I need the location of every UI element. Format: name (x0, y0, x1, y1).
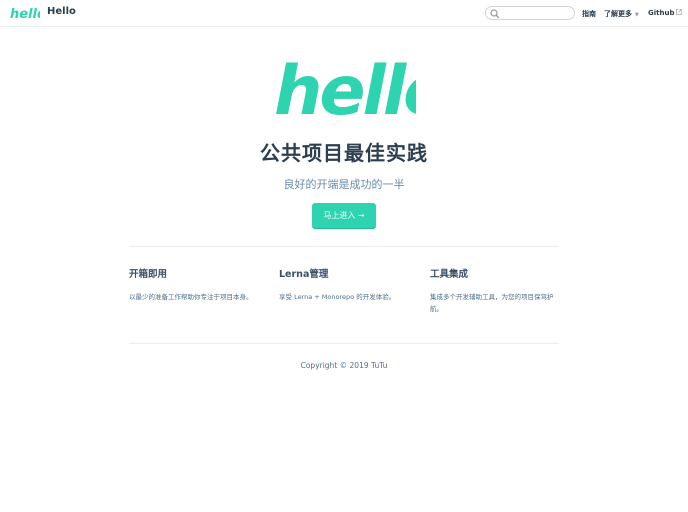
search-box[interactable] (485, 6, 575, 20)
navbar: hello Hello 指南 了解更多▼ Github (0, 0, 688, 27)
svg-text:hello: hello (274, 52, 416, 126)
nav-link-learn-more-label: 了解更多 (604, 10, 632, 18)
feature-item: 开箱即用 以最少的准备工作帮助你专注于项目本身。 (129, 266, 261, 303)
feature-description: 以最少的准备工作帮助你专注于项目本身。 (129, 293, 253, 301)
feature-description: 享受 Lerna + Monorepo 的开发体验。 (279, 293, 396, 301)
chevron-down-icon: ▼ (635, 12, 639, 18)
footer-divider (129, 343, 559, 344)
nav-link-github-label: Github (648, 9, 675, 17)
hero-title: 公共项目最佳实践 (260, 141, 428, 165)
feature-title: 开箱即用 (129, 269, 168, 280)
nav-link-github[interactable]: Github (648, 9, 683, 17)
footer-copyright: Copyright © 2019 TuTu (300, 361, 388, 370)
feature-item: 工具集成 集成多个开发辅助工具，为您的项目保驾护航。 (430, 266, 562, 315)
feature-title: Lerna管理 (279, 269, 329, 280)
hero-description: 良好的开端是成功的一半 (283, 178, 405, 191)
external-link-icon (676, 9, 683, 15)
nav-link-learn-more[interactable]: 了解更多 ▼ (604, 9, 639, 19)
nav-link-guide[interactable]: 指南 (582, 9, 596, 19)
feature-description: 集成多个开发辅助工具，为您的项目保驾护航。 (430, 293, 554, 313)
feature-item: Lerna管理 享受 Lerna + Monorepo 的开发体验。 (279, 266, 411, 303)
search-input[interactable] (502, 7, 572, 19)
svg-text:hello: hello (10, 7, 40, 22)
hello-logo-icon[interactable]: hello (10, 4, 40, 22)
site-title-link[interactable]: Hello (47, 6, 76, 17)
search-icon (490, 9, 500, 19)
feature-title: 工具集成 (430, 269, 469, 280)
divider (129, 246, 559, 247)
hero-hello-logo: hello (274, 52, 416, 126)
get-started-button[interactable]: 马上进入 → (312, 203, 376, 229)
